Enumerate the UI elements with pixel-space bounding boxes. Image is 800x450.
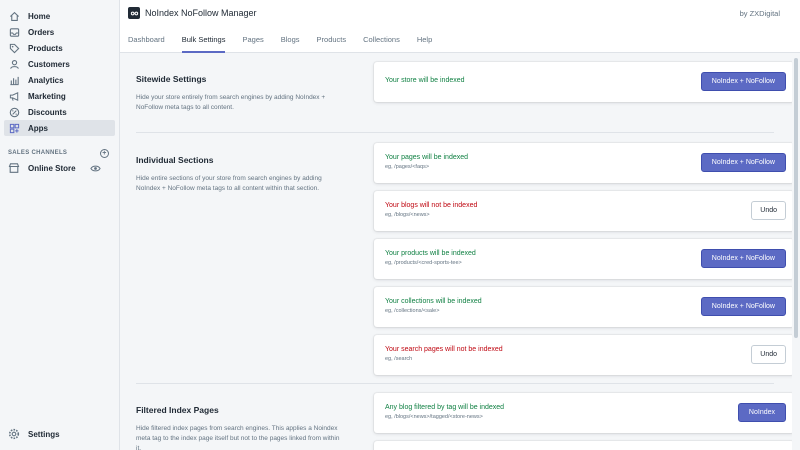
sidebar-item-label: Discounts [28,107,67,117]
sidebar-item-apps[interactable]: Apps [4,120,115,136]
blogs-card: Your blogs will not be indexed eg, /blog… [374,191,794,231]
search-card: Your search pages will not be indexed eg… [374,335,794,375]
sitewide-title: Sitewide Settings [136,74,207,84]
home-icon [8,10,20,22]
sidebar-item-discounts[interactable]: Discounts [4,104,115,120]
sidebar-item-analytics[interactable]: Analytics [4,72,115,88]
marketing-icon [8,90,20,102]
pages-noindex-nofollow-button[interactable]: NoIndex + NoFollow [700,153,786,172]
pages-card: Your pages will be indexed eg, /pages/<f… [374,143,794,183]
filtered-title: Filtered Index Pages [136,405,219,415]
sidebar-item-orders[interactable]: Orders [4,24,115,40]
apps-icon [8,122,20,134]
blogs-undo-button[interactable]: Undo [751,201,786,220]
sidebar-item-online-store[interactable]: Online Store [0,160,119,176]
search-example: eg, /search [385,356,413,362]
search-undo-button[interactable]: Undo [751,345,786,364]
bulk-settings-content: Sitewide Settings Hide your store entire… [120,54,794,450]
app-logo-icon [128,7,140,19]
products-status: Your products will be indexed [385,250,476,257]
tab-bulk-settings[interactable]: Bulk Settings [181,30,225,53]
sales-channels-header: SALES CHANNELS + [0,146,119,160]
blog-tag-filter-example: eg, /blogs/<news>/tagged/<store-news> [385,414,483,420]
blog-tag-noindex-button[interactable]: NoIndex [737,403,786,422]
sidebar-item-label: Marketing [28,91,66,101]
orders-icon [8,26,20,38]
customers-icon [8,58,20,70]
tab-products[interactable]: Products [317,30,347,53]
individual-title: Individual Sections [136,155,214,165]
store-icon [8,162,20,174]
sidebar-item-label: Analytics [28,75,64,85]
tab-collections[interactable]: Collections [363,30,400,53]
section-divider [136,132,774,133]
eye-icon[interactable] [89,162,101,174]
developer-label: by ZXDigital [739,9,780,18]
scrollbar-thumb[interactable] [794,58,798,338]
sales-channels-label: SALES CHANNELS [8,150,68,156]
sidebar-item-marketing[interactable]: Marketing [4,88,115,104]
sidebar-item-products[interactable]: Products [4,40,115,56]
sidebar-item-label: Products [28,43,63,53]
products-noindex-nofollow-button[interactable]: NoIndex + NoFollow [700,249,786,268]
sidebar-item-label: Customers [28,59,70,69]
tab-help[interactable]: Help [417,30,432,53]
sidebar-item-label: Orders [28,27,55,37]
sidebar-item-home[interactable]: Home [4,8,115,24]
app-title-text: NoIndex NoFollow Manager [145,8,257,18]
pages-example: eg, /pages/<faqs> [385,164,430,170]
pages-status: Your pages will be indexed [385,154,469,161]
collections-status: Your collections will be indexed [385,298,482,305]
blogs-status: Your blogs will not be indexed [385,202,478,209]
blog-tag-filter-card: Any blog filtered by tag will be indexed… [374,393,794,433]
analytics-icon [8,74,20,86]
products-card: Your products will be indexed eg, /produ… [374,239,794,279]
sidebar: Home Orders Products Customers Analytics… [0,0,120,450]
tab-bar: Dashboard Bulk Settings Pages Blogs Prod… [128,30,449,53]
app-title: NoIndex NoFollow Manager [128,7,257,19]
sidebar-item-settings[interactable]: Settings [8,428,60,440]
tag-icon [8,42,20,54]
discount-icon [8,106,20,118]
app-header: NoIndex NoFollow Manager by ZXDigital Da… [120,0,800,53]
next-filter-card [374,441,794,450]
collections-example: eg, /collections/<sale> [385,308,440,314]
sitewide-noindex-nofollow-button[interactable]: NoIndex + NoFollow [700,72,786,91]
gear-icon [8,428,20,440]
filtered-description: Hide filtered index pages from search en… [136,425,340,450]
scrollbar[interactable] [792,54,800,450]
products-example: eg, /products/<cred-sports-tee> [385,260,462,266]
blog-tag-filter-status: Any blog filtered by tag will be indexed [385,404,505,411]
tab-dashboard[interactable]: Dashboard [128,30,165,53]
main-area: NoIndex NoFollow Manager by ZXDigital Da… [120,0,800,450]
search-status: Your search pages will not be indexed [385,346,503,353]
sidebar-item-label: Apps [28,123,48,133]
section-divider [136,383,774,384]
individual-description: Hide entire sections of your store from … [136,175,322,192]
sidebar-item-customers[interactable]: Customers [4,56,115,72]
settings-label: Settings [28,429,60,439]
sitewide-description: Hide your store entirely from search eng… [136,94,326,111]
sidebar-item-label: Home [28,11,51,21]
tab-blogs[interactable]: Blogs [281,30,300,53]
add-sales-channel-icon[interactable]: + [100,148,109,158]
blogs-example: eg, /blogs/<news> [385,212,430,218]
sitewide-status: Your store will be indexed [385,77,465,84]
collections-card: Your collections will be indexed eg, /co… [374,287,794,327]
collections-noindex-nofollow-button[interactable]: NoIndex + NoFollow [700,297,786,316]
sitewide-card: Your store will be indexed NoIndex + NoF… [374,62,794,102]
tab-pages[interactable]: Pages [242,30,263,53]
sidebar-nav: Home Orders Products Customers Analytics… [0,0,119,136]
online-store-label: Online Store [28,163,76,173]
